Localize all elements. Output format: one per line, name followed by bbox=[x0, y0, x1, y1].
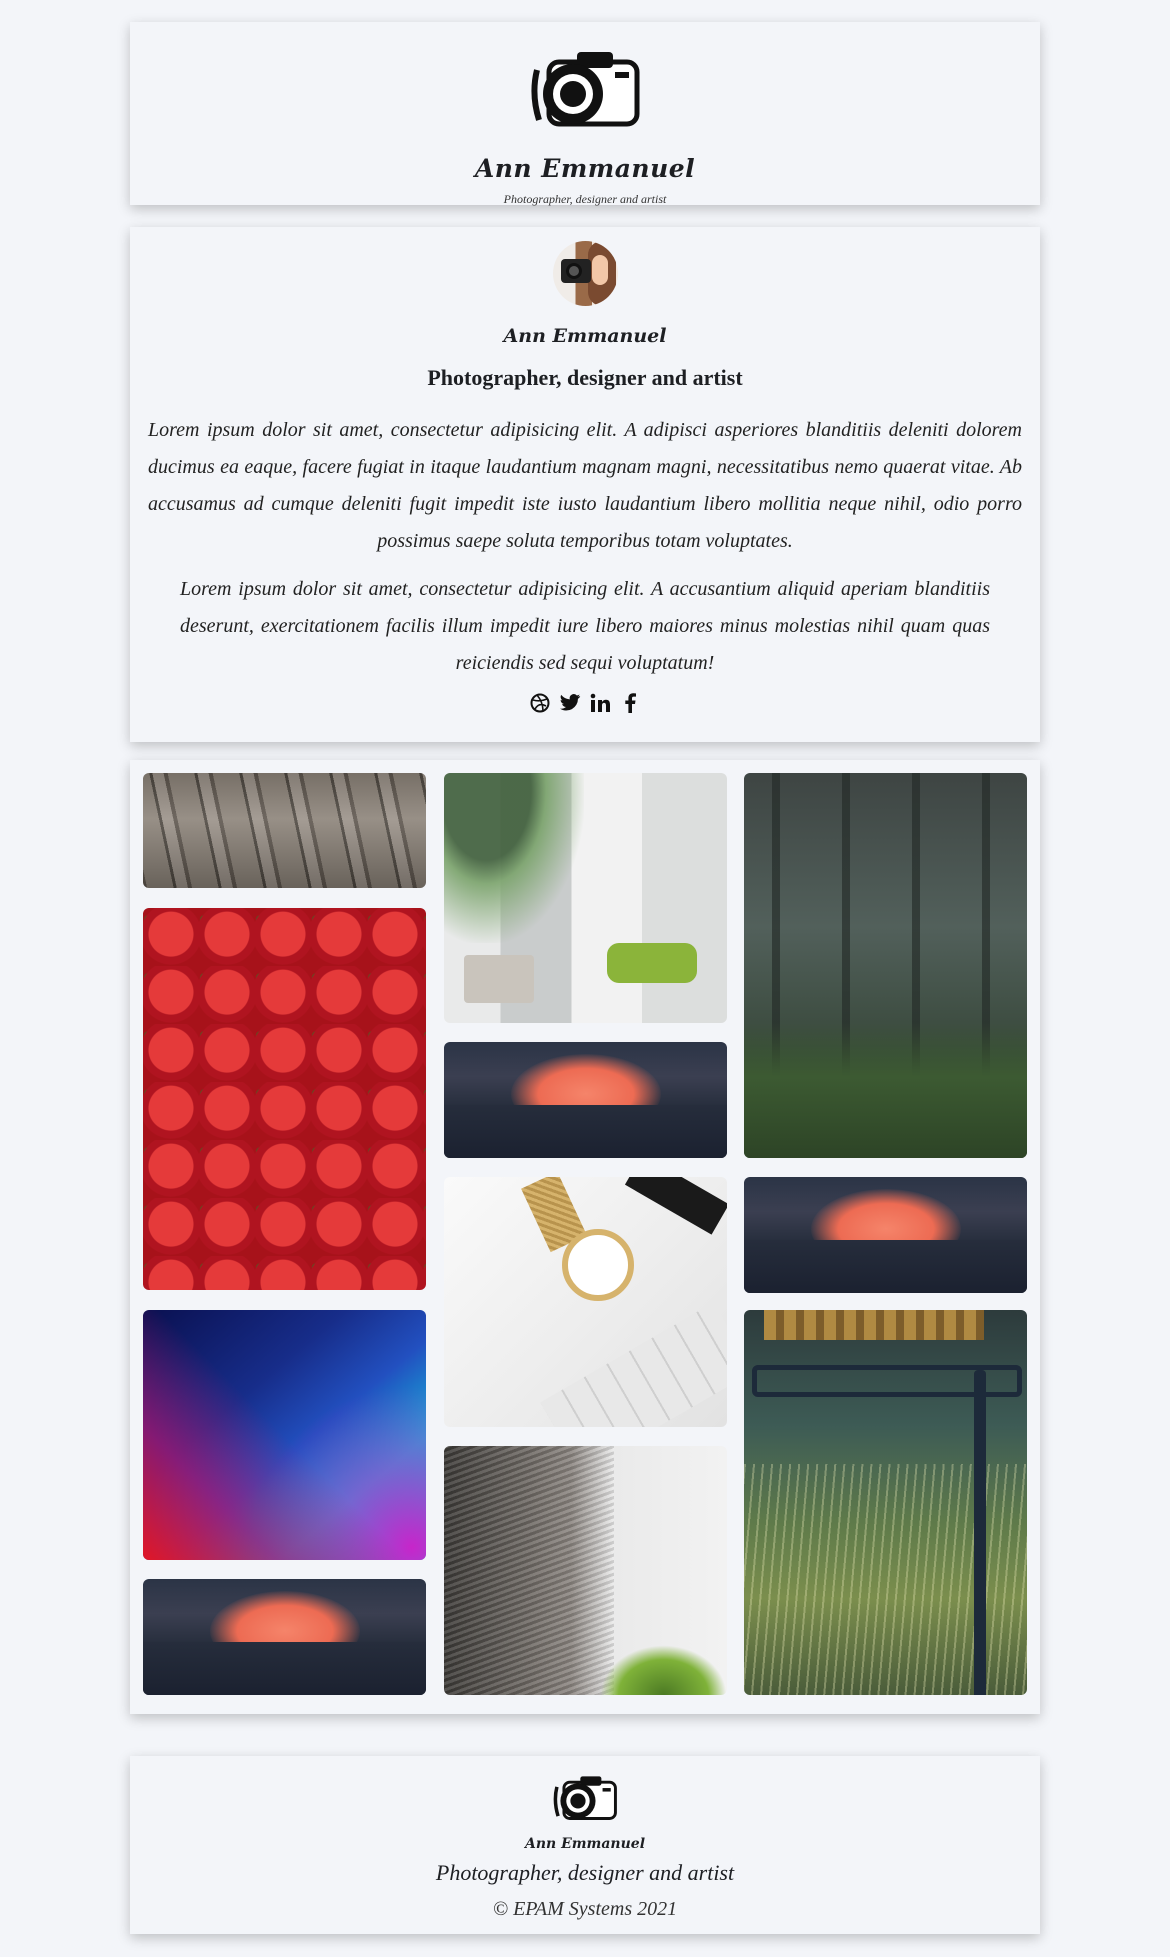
linkedin-icon[interactable] bbox=[589, 692, 611, 714]
photo-gallery bbox=[130, 760, 1040, 1714]
gallery-image-dog[interactable] bbox=[444, 1446, 727, 1695]
laptop bbox=[464, 955, 534, 1003]
gallery-image-sunset-2[interactable] bbox=[444, 1042, 727, 1158]
footer-tagline: Photographer, designer and artist bbox=[435, 1860, 735, 1885]
vintage-radio bbox=[764, 1310, 984, 1340]
footer-brand-name[interactable]: Ann Emmanuel bbox=[130, 1836, 1040, 1852]
gallery-image-chair-grass[interactable] bbox=[744, 1310, 1027, 1695]
calculator bbox=[624, 1177, 727, 1235]
site-brand-name[interactable]: Ann Emmanuel bbox=[130, 154, 1040, 183]
camera-logo-icon[interactable] bbox=[529, 48, 641, 134]
grass-blades bbox=[744, 1464, 1027, 1695]
gallery-image-strawberries[interactable] bbox=[143, 908, 426, 1290]
avatar-camera-lens bbox=[566, 263, 582, 279]
about-paragraph-2: Lorem ipsum dolor sit amet, consectetur … bbox=[180, 578, 990, 674]
social-links bbox=[130, 692, 1040, 714]
avatar bbox=[553, 241, 618, 306]
facebook-icon[interactable] bbox=[619, 692, 641, 714]
avatar-face bbox=[592, 255, 608, 285]
site-footer: Ann Emmanuel Photographer, designer and … bbox=[130, 1756, 1040, 1934]
site-header: Ann Emmanuel Photographer, designer and … bbox=[130, 22, 1040, 206]
camera-logo-icon[interactable] bbox=[552, 1774, 618, 1826]
gallery-image-sunset-3[interactable] bbox=[744, 1177, 1027, 1293]
gallery-image-sunset-1[interactable] bbox=[143, 1579, 426, 1695]
twitter-icon[interactable] bbox=[559, 692, 581, 714]
gallery-image-watch-desk[interactable] bbox=[444, 1177, 727, 1427]
gallery-image-neon-gradient[interactable] bbox=[143, 1310, 426, 1560]
gallery-image-wooden-deck[interactable] bbox=[143, 773, 426, 888]
watch-face bbox=[562, 1229, 634, 1301]
green-cushion bbox=[607, 943, 697, 983]
gallery-image-forest[interactable] bbox=[744, 773, 1027, 1158]
keyboard bbox=[540, 1302, 727, 1427]
about-name: Ann Emmanuel bbox=[503, 325, 667, 347]
site-tagline: Photographer, designer and artist bbox=[503, 192, 667, 206]
about-role: Photographer, designer and artist bbox=[427, 365, 743, 390]
about-paragraph-1: Lorem ipsum dolor sit amet, consectetur … bbox=[148, 419, 1022, 552]
dribbble-icon[interactable] bbox=[529, 692, 551, 714]
footer-copyright: © EPAM Systems 2021 bbox=[492, 1898, 678, 1920]
about-section: Ann Emmanuel Photographer, designer and … bbox=[130, 227, 1040, 742]
plant-leaves bbox=[444, 773, 584, 943]
gallery-image-workspace-plant[interactable] bbox=[444, 773, 727, 1023]
